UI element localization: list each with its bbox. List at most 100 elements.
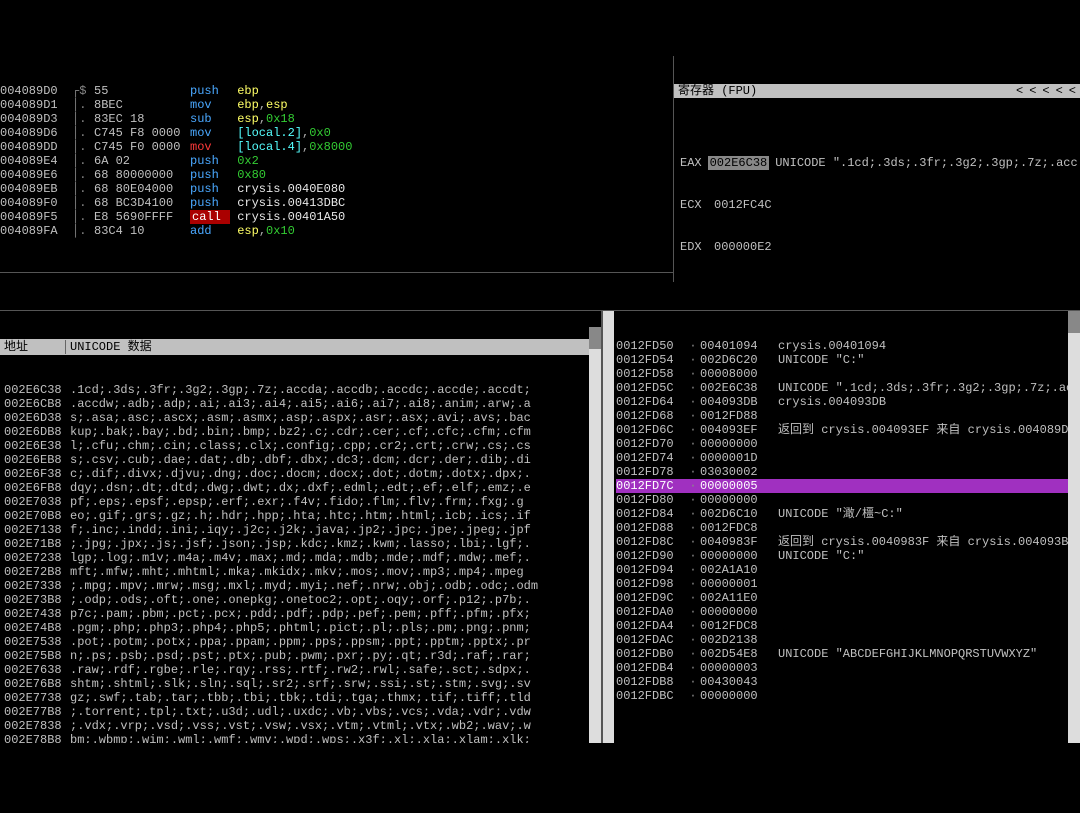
dump-addr-header[interactable]: 地址 [0, 340, 66, 354]
dump-row[interactable]: 002E6C38.1cd;.3ds;.3fr;.3g2;.3gp;.7z;.ac… [4, 383, 597, 397]
dump-addr: 002E7238 [4, 551, 70, 565]
stack-row[interactable]: 0012FD7C·00000005 [616, 479, 1078, 493]
dump-data: mft;.mfw;.mht;.mhtml;.mka;.mkidx;.mkv;.m… [70, 565, 597, 579]
stack-row[interactable]: 0012FD6C·004093EF返回到 crysis.004093EF 来自 … [616, 423, 1078, 437]
disasm-row[interactable]: 004089E4│.6A 02push 0x2 [0, 154, 673, 168]
stack-addr: 0012FDBC [616, 689, 686, 703]
reg-nav-arrow[interactable]: < [1029, 84, 1036, 98]
disasm-row[interactable]: 004089EB│.68 80E04000push crysis.0040E08… [0, 182, 673, 196]
stack-row[interactable]: 0012FD78·03030002 [616, 465, 1078, 479]
dump-row[interactable]: 002E7338;.mpg;.mpv;.mrw;.msg;.mxl;.myd;.… [4, 579, 597, 593]
disasm-operands: 0x2 [230, 154, 259, 168]
dump-scrollbar[interactable] [589, 327, 601, 743]
stack-row[interactable]: 0012FD5C·002E6C38UNICODE ".1cd;.3ds;.3fr… [616, 381, 1078, 395]
reg-eax-value[interactable]: 002E6C38 [708, 156, 770, 170]
disasm-row[interactable]: 004089FA│.83C4 10add esp,0x10 [0, 224, 673, 238]
disasm-row[interactable]: 004089DD│.C745 F0 0000mov [local.4],0x80… [0, 140, 673, 154]
dump-row[interactable]: 002E6D38s;.asa;.asc;.ascx;.asm;.asmx;.as… [4, 411, 597, 425]
stack-row[interactable]: 0012FD68·0012FD88 [616, 409, 1078, 423]
stack-row[interactable]: 0012FD9C·002A11E0 [616, 591, 1078, 605]
stack-row[interactable]: 0012FD64·004093DBcrysis.004093DB [616, 395, 1078, 409]
disasm-row[interactable]: 004089F5│.E8 5690FFFFcall crysis.00401A5… [0, 210, 673, 224]
stack-row[interactable]: 0012FD8C·0040983F返回到 crysis.0040983F 来自 … [616, 535, 1078, 549]
dump-row[interactable]: 002E77B8;.torrent;.tpl;.txt;.u3d;.udl;.u… [4, 705, 597, 719]
registers-pane[interactable]: 寄存器 (FPU) <<<<< EAX002E6C38 UNICODE ".1c… [674, 56, 1080, 282]
stack-scrollbar[interactable] [1068, 311, 1080, 743]
stack-row[interactable]: 0012FD50·00401094crysis.00401094 [616, 339, 1078, 353]
stack-row[interactable]: 0012FD88·0012FDC8 [616, 521, 1078, 535]
stack-row[interactable]: 0012FD58·00008000 [616, 367, 1078, 381]
reg-nav-arrow[interactable]: < [1016, 84, 1023, 98]
stack-row[interactable]: 0012FDAC·002D2138 [616, 633, 1078, 647]
memory-dump-pane[interactable]: 地址 UNICODE 数据 002E6C38.1cd;.3ds;.3fr;.3g… [0, 311, 602, 743]
stack-text [778, 479, 1078, 493]
dump-row[interactable]: 002E6FB8dqy;.dsn;.dt;.dtd;.dwg;.dwt;.dx;… [4, 481, 597, 495]
reg-edx-value[interactable]: 000000E2 [714, 240, 772, 254]
stack-row[interactable]: 0012FDBC·00000000 [616, 689, 1078, 703]
stack-row[interactable]: 0012FD54·002D6C20UNICODE "C:" [616, 353, 1078, 367]
disasm-row[interactable]: 004089D1│.8BECmov ebp,esp [0, 98, 673, 112]
dump-data-header[interactable]: UNICODE 数据 [66, 340, 152, 354]
disasm-operands: [local.4],0x8000 [230, 140, 352, 154]
dump-row[interactable]: 002E7838;.vdx;.vrp;.vsd;.vss;.vst;.vsw;.… [4, 719, 597, 733]
disasm-row[interactable]: 004089D0┌$55push ebp [0, 84, 673, 98]
dump-row[interactable]: 002E76B8shtm;.shtml;.slk;.sln;.sql;.sr2;… [4, 677, 597, 691]
dump-row[interactable]: 002E7638.raw;.rdf;.rgbe;.rle;.rqy;.rss;.… [4, 663, 597, 677]
stack-pane[interactable]: 0012FD50·00401094crysis.004010940012FD54… [614, 311, 1080, 743]
disassembly-pane[interactable]: 004089D0┌$55push ebp004089D1│.8BECmov eb… [0, 56, 674, 282]
stack-row[interactable]: 0012FD98·00000001 [616, 577, 1078, 591]
disasm-row[interactable]: 004089F0│.68 BC3D4100push crysis.00413DB… [0, 196, 673, 210]
dump-row[interactable]: 002E74B8.pgm;.php;.php3;.php4;.php5;.pht… [4, 621, 597, 635]
dump-row[interactable]: 002E6EB8s;.csv;.cub;.dae;.dat;.db;.dbf;.… [4, 453, 597, 467]
stack-row[interactable]: 0012FDB4·00000003 [616, 661, 1078, 675]
dump-addr: 002E6E38 [4, 439, 70, 453]
disasm-operands: crysis.00413DBC [230, 196, 345, 210]
stack-row[interactable]: 0012FD94·002A1A10 [616, 563, 1078, 577]
stack-value: 00430043 [700, 675, 776, 689]
disasm-mnemonic: push [190, 154, 230, 168]
stack-row[interactable]: 0012FD80·00000000 [616, 493, 1078, 507]
reg-nav-arrow[interactable]: < [1069, 84, 1076, 98]
dump-row[interactable]: 002E73B8;.odp;.ods;.oft;.one;.onepkg;.on… [4, 593, 597, 607]
reg-ecx-value[interactable]: 0012FC4C [714, 198, 772, 212]
dump-row[interactable]: 002E75B8n;.ps;.psb;.psd;.pst;.ptx;.pub;.… [4, 649, 597, 663]
stack-row[interactable]: 0012FD84·002D6C10UNICODE "澉/橿~C:" [616, 507, 1078, 521]
dump-row[interactable]: 002E6DB8kup;.bak;.bay;.bd;.bin;.bmp;.bz2… [4, 425, 597, 439]
stack-row[interactable]: 0012FDA0·00000000 [616, 605, 1078, 619]
disasm-row[interactable]: 004089D3│.83EC 18sub esp,0x18 [0, 112, 673, 126]
dump-row[interactable]: 002E7138f;.inc;.indd;.ini;.iqy;.j2c;.j2k… [4, 523, 597, 537]
dump-row[interactable]: 002E7738gz;.swf;.tab;.tar;.tbb;.tbi;.tbk… [4, 691, 597, 705]
stack-row[interactable]: 0012FD74·0000001D [616, 451, 1078, 465]
stack-addr: 0012FD5C [616, 381, 686, 395]
dump-data: pf;.eps;.epsf;.epsp;.erf;.exr;.f4v;.fido… [70, 495, 597, 509]
divider-scrollbar[interactable] [602, 311, 614, 743]
disasm-bytes: 83EC 18 [94, 112, 190, 126]
dump-row[interactable]: 002E7538.pot;.potm;.potx;.ppa;.ppam;.ppm… [4, 635, 597, 649]
dump-row[interactable]: 002E7038pf;.eps;.epsf;.epsp;.erf;.exr;.f… [4, 495, 597, 509]
dump-row[interactable]: 002E7438p7c;.pam;.pbm;.pct;.pcx;.pdd;.pd… [4, 607, 597, 621]
dump-data: eo;.gif;.grs;.gz;.h;.hdr;.hpp;.hta;.htc;… [70, 509, 597, 523]
disasm-row[interactable]: 004089E6│.68 80000000push 0x80 [0, 168, 673, 182]
disasm-operands: crysis.00401A50 [230, 210, 345, 224]
dump-row[interactable]: 002E6E38l;.cfu;.chm;.cin;.class;.clx;.co… [4, 439, 597, 453]
dump-row[interactable]: 002E6CB8.accdw;.adb;.adp;.ai;.ai3;.ai4;.… [4, 397, 597, 411]
reg-nav-arrow[interactable]: < [1056, 84, 1063, 98]
dump-row[interactable]: 002E72B8mft;.mfw;.mht;.mhtml;.mka;.mkidx… [4, 565, 597, 579]
stack-row[interactable]: 0012FDA4·0012FDC8 [616, 619, 1078, 633]
dump-data: s;.csv;.cub;.dae;.dat;.db;.dbf;.dbx;.dc3… [70, 453, 597, 467]
dump-row[interactable]: 002E7238lgp;.log;.m1v;.m4a;.m4v;.max;.md… [4, 551, 597, 565]
dump-row[interactable]: 002E6F38c;.dif;.divx;.djvu;.dng;.doc;.do… [4, 467, 597, 481]
registers-header[interactable]: 寄存器 (FPU) <<<<< [674, 84, 1080, 98]
stack-addr: 0012FD50 [616, 339, 686, 353]
disasm-bytes: 83C4 10 [94, 224, 190, 238]
dump-row[interactable]: 002E78B8bm;.wbmp;.wim;.wml;.wmf;.wmv;.wp… [4, 733, 597, 743]
stack-row[interactable]: 0012FDB8·00430043 [616, 675, 1078, 689]
stack-row[interactable]: 0012FD70·00000000 [616, 437, 1078, 451]
reg-nav-arrow[interactable]: < [1042, 84, 1049, 98]
stack-row[interactable]: 0012FD90·00000000UNICODE "C:" [616, 549, 1078, 563]
registers-nav-arrows[interactable]: < < < < < [1010, 84, 1076, 98]
dump-row[interactable]: 002E71B8;.jpg;.jpx;.js;.jsf;.json;.jsp;.… [4, 537, 597, 551]
dump-row[interactable]: 002E70B8eo;.gif;.grs;.gz;.h;.hdr;.hpp;.h… [4, 509, 597, 523]
dump-data: p7c;.pam;.pbm;.pct;.pcx;.pdd;.pdf;.pdp;.… [70, 607, 597, 621]
disasm-row[interactable]: 004089D6│.C745 F8 0000mov [local.2],0x0 [0, 126, 673, 140]
